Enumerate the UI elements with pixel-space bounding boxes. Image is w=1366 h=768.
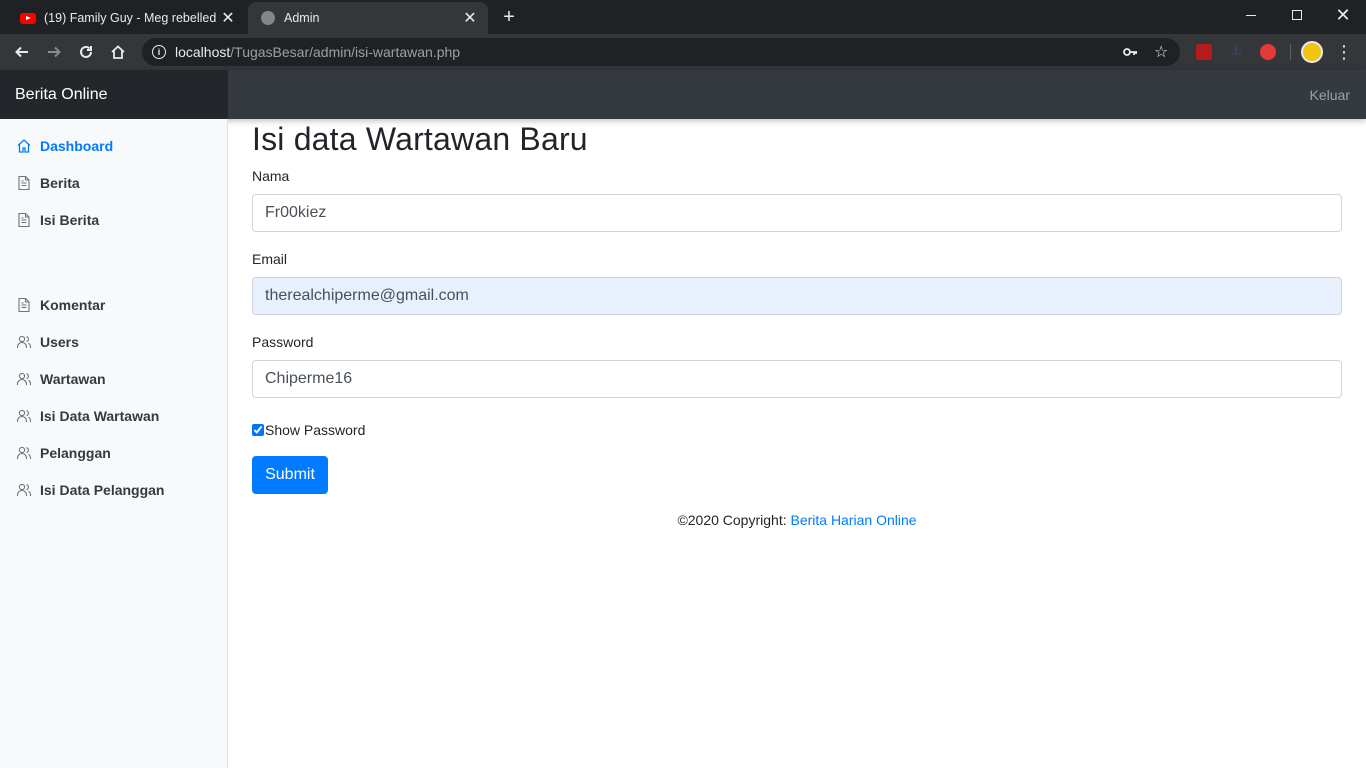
youtube-icon [20,10,36,26]
logout-link[interactable]: Keluar [1310,70,1350,119]
tab-title: (19) Family Guy - Meg rebelled Fr [44,11,216,25]
browser-tab-strip: (19) Family Guy - Meg rebelled Fr ✕ Admi… [0,0,1366,34]
sidebar-item-isi-data-wartawan[interactable]: Isi Data Wartawan [0,397,227,434]
file-icon [16,212,32,228]
sidebar-item-users[interactable]: Users [0,323,227,360]
toolbar-divider [1290,44,1291,60]
info-icon[interactable]: i [152,45,166,59]
sidebar-item-isi-berita[interactable]: Isi Berita [0,201,227,238]
page-title: Isi data Wartawan Baru [252,121,588,157]
users-icon [16,482,32,498]
home-icon [16,138,32,154]
forward-arrow-icon[interactable] [40,38,68,66]
sidebar-item-label: Komentar [40,296,106,313]
submit-button[interactable]: Submit [252,456,328,494]
users-icon [16,334,32,350]
nama-field[interactable] [252,194,1342,232]
sidebar: Dashboard Berita Isi Berita Komentar Use… [0,119,228,768]
sidebar-item-berita[interactable]: Berita [0,164,227,201]
browser-tab-youtube[interactable]: (19) Family Guy - Meg rebelled Fr ✕ [0,2,246,34]
reload-icon[interactable] [72,38,100,66]
footer-copyright: ©2020 Copyright: Berita Harian Online [252,512,1342,528]
home-icon[interactable] [104,38,132,66]
sidebar-item-label: Berita [40,174,80,191]
sidebar-item-label: Pelanggan [40,444,111,461]
browser-tab-admin[interactable]: Admin ✕ [248,2,488,34]
show-password-row: Show Password [252,422,365,438]
users-icon [16,445,32,461]
app-navbar: Berita Online Keluar [0,70,1366,119]
tab-close-icon[interactable]: ✕ [216,6,240,30]
sidebar-item-label: Users [40,333,79,350]
sidebar-item-label: Isi Data Pelanggan [40,481,165,498]
email-label: Email [252,251,288,267]
copyright-text: ©2020 Copyright: [677,512,791,528]
password-field[interactable] [252,360,1342,398]
sidebar-item-dashboard[interactable]: Dashboard [0,127,227,164]
window-minimize-icon[interactable] [1228,0,1274,30]
sidebar-item-komentar[interactable]: Komentar [0,286,227,323]
browser-toolbar: i localhost/TugasBesar/admin/isi-wartawa… [0,34,1366,70]
file-icon [16,175,32,191]
anchor-extension-icon[interactable]: ⚓ [1228,42,1244,58]
adblock-extension-icon[interactable] [1260,44,1276,60]
key-icon[interactable] [1122,38,1138,66]
sidebar-item-label: Wartawan [40,370,106,387]
sidebar-item-wartawan[interactable]: Wartawan [0,360,227,397]
sidebar-item-label: Isi Berita [40,211,100,228]
users-icon [16,371,32,387]
users-icon [16,408,32,424]
pdf-extension-icon[interactable] [1196,44,1212,60]
sidebar-item-isi-data-pelanggan[interactable]: Isi Data Pelanggan [0,471,227,508]
footer-link[interactable]: Berita Harian Online [790,512,916,528]
show-password-label[interactable]: Show Password [265,422,365,438]
globe-icon [260,10,276,26]
show-password-checkbox[interactable] [252,424,264,436]
back-arrow-icon[interactable] [8,38,36,66]
tab-title: Admin [284,11,320,25]
tab-close-icon[interactable]: ✕ [458,6,482,30]
new-tab-icon[interactable]: + [497,5,521,29]
sidebar-item-label: Isi Data Wartawan [40,407,160,424]
profile-avatar[interactable] [1301,41,1323,63]
url-text: localhost/TugasBesar/admin/isi-wartawan.… [175,44,461,60]
sidebar-item-label: Dashboard [40,137,114,154]
file-icon [16,297,32,313]
bookmark-star-icon[interactable]: ☆ [1154,38,1168,66]
sidebar-item-pelanggan[interactable]: Pelanggan [0,434,227,471]
password-label: Password [252,334,314,350]
address-bar[interactable]: i localhost/TugasBesar/admin/isi-wartawa… [142,38,1180,66]
nama-label: Nama [252,168,290,184]
email-field[interactable] [252,277,1342,315]
window-maximize-icon[interactable] [1274,0,1320,30]
window-close-icon[interactable]: ✕ [1320,0,1366,30]
brand-logo[interactable]: Berita Online [0,70,228,119]
browser-menu-icon[interactable]: ⋮ [1334,40,1354,64]
